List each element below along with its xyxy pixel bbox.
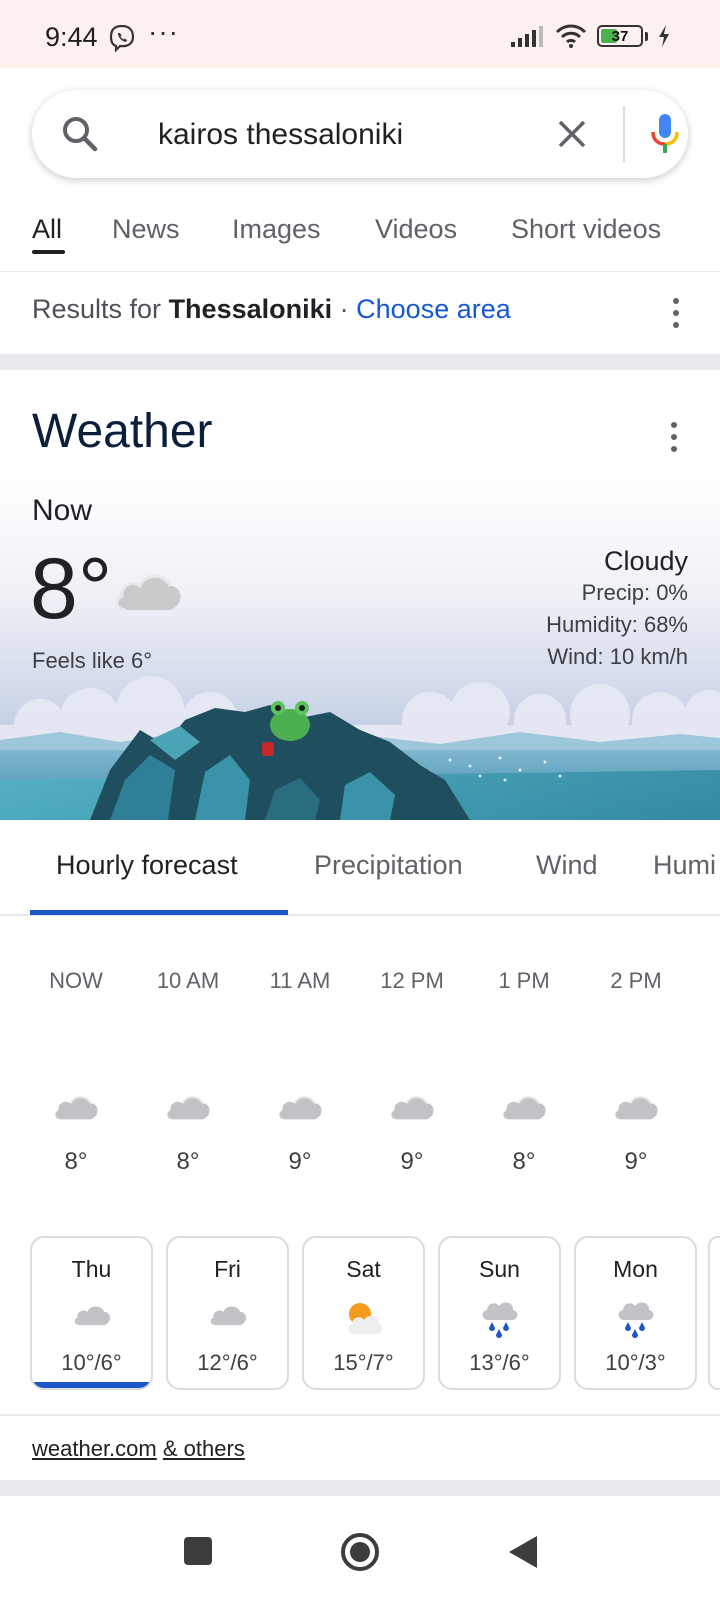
tab-short-videos[interactable]: Short videos (511, 214, 661, 245)
cloud-icon (469, 1090, 579, 1122)
cloud-icon (245, 1090, 355, 1122)
battery-icon: 37 (597, 25, 643, 47)
day-card-next[interactable] (708, 1236, 720, 1390)
hour-label: NOW (49, 968, 103, 993)
weather-title: Weather (32, 405, 213, 458)
active-tab-indicator (32, 250, 65, 254)
recents-icon[interactable] (183, 1536, 213, 1566)
others-link[interactable]: & others (163, 1436, 245, 1461)
search-box[interactable]: kairos thessaloniki (32, 90, 688, 178)
cloud-icon (168, 1300, 287, 1328)
tab-precipitation[interactable]: Precipitation (314, 850, 463, 881)
battery-level: 37 (611, 27, 629, 45)
hour-temperature: 8° (176, 1148, 200, 1175)
current-temperature: 8° (30, 541, 113, 637)
search-divider (623, 106, 625, 162)
selected-day-indicator (32, 1382, 151, 1388)
home-icon[interactable] (340, 1532, 380, 1572)
search-input[interactable]: kairos thessaloniki (158, 118, 403, 152)
day-name: Sat (346, 1256, 381, 1282)
wind-value: Wind: 10 km/h (547, 644, 688, 669)
tab-images[interactable]: Images (232, 214, 321, 245)
day-temperature-range: 12°/6° (197, 1350, 258, 1375)
viber-icon (109, 24, 135, 52)
results-location: Results for Thessaloniki · Choose area (32, 294, 511, 325)
hour-temperature: 8° (64, 1148, 88, 1175)
choose-area-link[interactable]: Choose area (356, 294, 511, 324)
search-tabs: All News Images Videos Short videos (0, 206, 720, 272)
back-icon[interactable] (507, 1534, 539, 1570)
day-temperature-range: 15°/7° (333, 1350, 394, 1375)
section-divider (0, 1480, 720, 1496)
partly-sunny-icon (304, 1300, 423, 1336)
hour-label: 1 PM (498, 968, 550, 993)
day-name: Mon (613, 1256, 658, 1282)
day-temperature-range: 10°/6° (61, 1350, 122, 1375)
hour-temperature: 8° (512, 1148, 536, 1175)
source-link[interactable]: weather.com (32, 1436, 157, 1461)
status-right: 37 (511, 24, 670, 48)
notification-dots: ··· (148, 16, 179, 47)
tab-all[interactable]: All (32, 214, 62, 245)
battery-tip (645, 31, 648, 41)
day-card-fri[interactable]: Fri 12°/6° (166, 1236, 289, 1390)
cloud-icon (133, 1090, 243, 1122)
clear-icon[interactable] (552, 114, 592, 154)
rain-icon (440, 1300, 559, 1340)
weather-more-icon[interactable] (664, 422, 684, 452)
day-card-sun[interactable]: Sun 13°/6° (438, 1236, 561, 1390)
forecast-tabs: Hourly forecast Precipitation Wind Humi (0, 820, 720, 916)
day-card-thu[interactable]: Thu 10°/6° (30, 1236, 153, 1390)
forecast-tab-indicator (30, 910, 288, 915)
results-more-icon[interactable] (666, 298, 686, 328)
search-icon[interactable] (60, 114, 100, 154)
charging-icon (659, 25, 669, 47)
results-place: Thessaloniki (168, 294, 333, 324)
cloud-icon (21, 1090, 131, 1122)
rain-icon (576, 1300, 695, 1340)
results-prefix: Results for (32, 294, 162, 324)
tab-humidity[interactable]: Humi (653, 850, 716, 881)
humidity-value: Humidity: 68% (546, 612, 688, 637)
tab-videos[interactable]: Videos (375, 214, 457, 245)
day-name: Thu (71, 1256, 112, 1282)
tab-wind[interactable]: Wind (536, 850, 598, 881)
wifi-icon (555, 24, 587, 48)
navigation-bar (0, 1496, 720, 1600)
mic-icon[interactable] (650, 112, 680, 156)
status-time: 9:44 (45, 22, 98, 52)
day-temperature-range: 10°/3° (605, 1350, 666, 1375)
tab-hourly-forecast[interactable]: Hourly forecast (56, 850, 238, 881)
day-temperature-range: 13°/6° (469, 1350, 530, 1375)
hour-label: 2 PM (610, 968, 662, 993)
day-card-mon[interactable]: Mon 10°/3° (574, 1236, 697, 1390)
status-bar: 9:44 ··· 37 (0, 0, 720, 68)
weather-condition: Cloudy (603, 546, 688, 576)
hour-label: 12 PM (380, 968, 444, 993)
hour-label: 11 AM (269, 968, 331, 993)
tab-news[interactable]: News (112, 214, 180, 245)
cloud-icon (357, 1090, 467, 1122)
day-name: Fri (214, 1256, 241, 1282)
cloud-icon (32, 1300, 151, 1328)
hour-label: 10 AM (156, 968, 220, 993)
hour-temperature: 9° (624, 1148, 648, 1175)
cloud-icon (115, 574, 181, 612)
hour-temperature: 9° (400, 1148, 424, 1175)
precipitation-value: Precip: 0% (581, 580, 688, 605)
results-separator: · (339, 294, 349, 324)
day-card-sat[interactable]: Sat 15°/7° (302, 1236, 425, 1390)
cloud-icon (581, 1090, 691, 1122)
now-label: Now (32, 494, 93, 527)
signal-icon (511, 26, 543, 47)
sources-divider (0, 1414, 720, 1416)
weather-sources: weather.com & others (32, 1436, 245, 1462)
feels-like: Feels like 6° (32, 648, 153, 673)
section-divider (0, 354, 720, 370)
hour-temperature: 9° (288, 1148, 312, 1175)
day-name: Sun (479, 1256, 520, 1282)
